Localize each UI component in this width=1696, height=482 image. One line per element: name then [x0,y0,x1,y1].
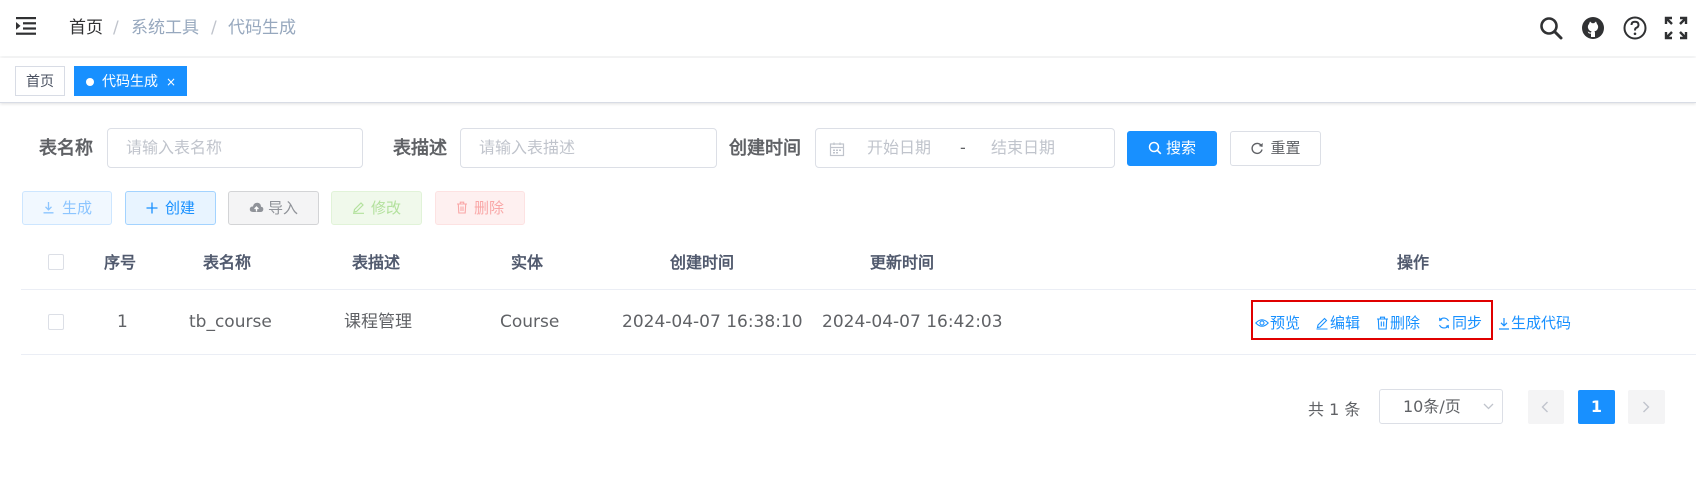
delete-label: 删除 [1390,314,1421,332]
edit-icon [352,202,364,214]
hamburger-icon[interactable] [14,14,38,38]
import-button[interactable]: 导入 [228,191,319,225]
page-size-value: 10条/页 [1403,397,1461,416]
help-icon[interactable] [1622,15,1648,41]
cell-index: 1 [117,312,128,332]
cell-create-time: 2024-04-07 16:38:10 [622,312,803,332]
col-header-actions: 操作 [1397,253,1430,272]
cell-table-name: tb_course [189,312,272,332]
edit-button[interactable]: 修改 [331,191,422,225]
delete-link[interactable]: 删除 [1376,313,1420,333]
tags-view [0,58,1696,103]
refresh-icon [1251,142,1264,155]
trash-icon [1377,316,1388,330]
cell-update-time: 2024-04-07 16:42:03 [822,312,1003,332]
cloud-upload-icon [249,202,264,212]
search-button[interactable]: 搜索 [1127,131,1217,166]
col-header-entity: 实体 [511,253,544,272]
create-label: 创建 [164,199,195,217]
create-time-label: 创建时间 [729,138,801,159]
close-icon[interactable]: × [166,75,176,89]
edit-label: 编辑 [1330,314,1361,332]
row-checkbox[interactable] [48,314,64,330]
active-dot-icon [86,78,94,86]
generate-label: 生成 [61,199,92,217]
chevron-right-icon [1643,401,1650,413]
col-header-create-time: 创建时间 [670,253,735,272]
cell-entity: Course [500,312,560,332]
preview-label: 预览 [1270,314,1301,332]
page-size-select[interactable]: 10条/页 [1379,389,1503,424]
table-name-input[interactable]: 请输入表名称 [107,128,363,168]
generate-button[interactable]: 生成 [22,191,112,225]
search-button-label: 搜索 [1165,139,1196,157]
tag-label: 代码生成 [102,74,158,90]
prev-page-button[interactable] [1528,390,1564,424]
edit-icon [1316,317,1328,330]
col-header-update-time: 更新时间 [870,253,935,272]
create-button[interactable]: 创建 [125,191,216,225]
breadcrumb-separator: / [113,18,119,38]
delete-label: 删除 [473,199,504,217]
col-header-table-desc: 表描述 [352,253,401,272]
breadcrumb-home[interactable]: 首页 [69,17,103,39]
generate-code-label: 生成代码 [1511,314,1572,332]
trash-icon [456,201,467,214]
tag-home[interactable]: 首页 [15,66,65,96]
plus-icon [146,202,158,214]
col-header-index: 序号 [104,253,137,272]
edit-link[interactable]: 编辑 [1315,313,1360,333]
table-desc-label: 表描述 [393,138,447,159]
table-desc-input[interactable]: 请输入表描述 [460,128,717,168]
sync-label: 同步 [1452,314,1483,332]
select-all-checkbox[interactable] [48,254,64,270]
table-name-label: 表名称 [39,138,93,159]
delete-button[interactable]: 删除 [435,191,525,225]
chevron-down-icon [1483,403,1494,410]
edit-label: 修改 [370,199,401,217]
col-header-table-name: 表名称 [203,253,252,272]
import-label: 导入 [267,199,298,217]
sync-link[interactable]: 同步 [1437,313,1482,333]
page-number-current[interactable]: 1 [1578,390,1615,424]
chevron-left-icon [1541,401,1548,413]
tag-label: 首页 [26,74,54,90]
search-icon [1148,141,1162,155]
date-range-separator: - [960,138,966,157]
fullscreen-icon[interactable] [1664,15,1688,41]
refresh-icon [1438,317,1450,329]
eye-icon [1255,319,1269,327]
search-icon[interactable] [1538,15,1564,41]
download-icon [43,202,54,214]
breadcrumb-separator: / [211,18,217,38]
row-divider [21,354,1696,355]
end-date-input[interactable]: 结束日期 [991,129,1055,167]
header-divider [21,289,1696,290]
date-range-picker[interactable]: 开始日期 - 结束日期 [815,128,1115,168]
cell-table-desc: 课程管理 [344,312,412,332]
generate-code-link[interactable]: 生成代码 [1498,313,1571,333]
download-icon [1499,318,1509,330]
start-date-input[interactable]: 开始日期 [867,129,931,167]
github-icon[interactable] [1580,15,1606,41]
reset-button[interactable]: 重置 [1230,131,1321,166]
pagination-total: 共 1 条 [1308,400,1361,419]
breadcrumb-current: 代码生成 [228,18,296,38]
next-page-button[interactable] [1628,390,1665,424]
breadcrumb-system-tools[interactable]: 系统工具 [131,17,199,39]
reset-button-label: 重置 [1270,139,1301,157]
tag-code-gen[interactable]: 代码生成 × [74,66,188,96]
calendar-icon [829,142,845,157]
preview-link[interactable]: 预览 [1255,313,1300,333]
